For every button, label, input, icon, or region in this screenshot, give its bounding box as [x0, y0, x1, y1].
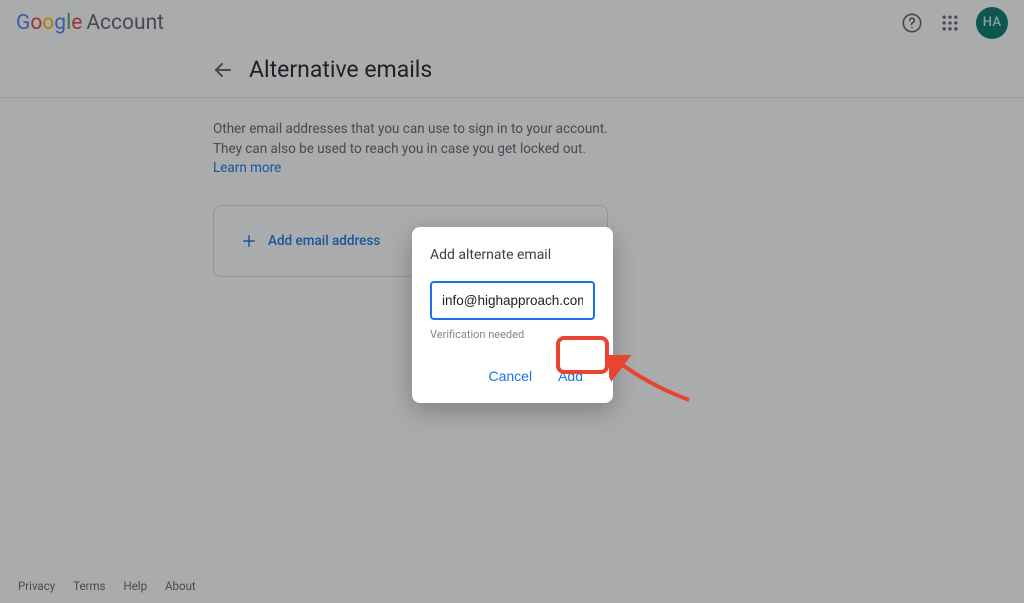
dialog-actions: Cancel Add [430, 361, 595, 391]
cancel-button[interactable]: Cancel [476, 361, 544, 391]
alternate-email-input[interactable] [430, 281, 595, 320]
dialog-title: Add alternate email [430, 247, 595, 263]
add-button[interactable]: Add [546, 361, 595, 391]
add-email-dialog: Add alternate email Verification needed … [412, 227, 613, 403]
verification-hint: Verification needed [430, 328, 595, 341]
